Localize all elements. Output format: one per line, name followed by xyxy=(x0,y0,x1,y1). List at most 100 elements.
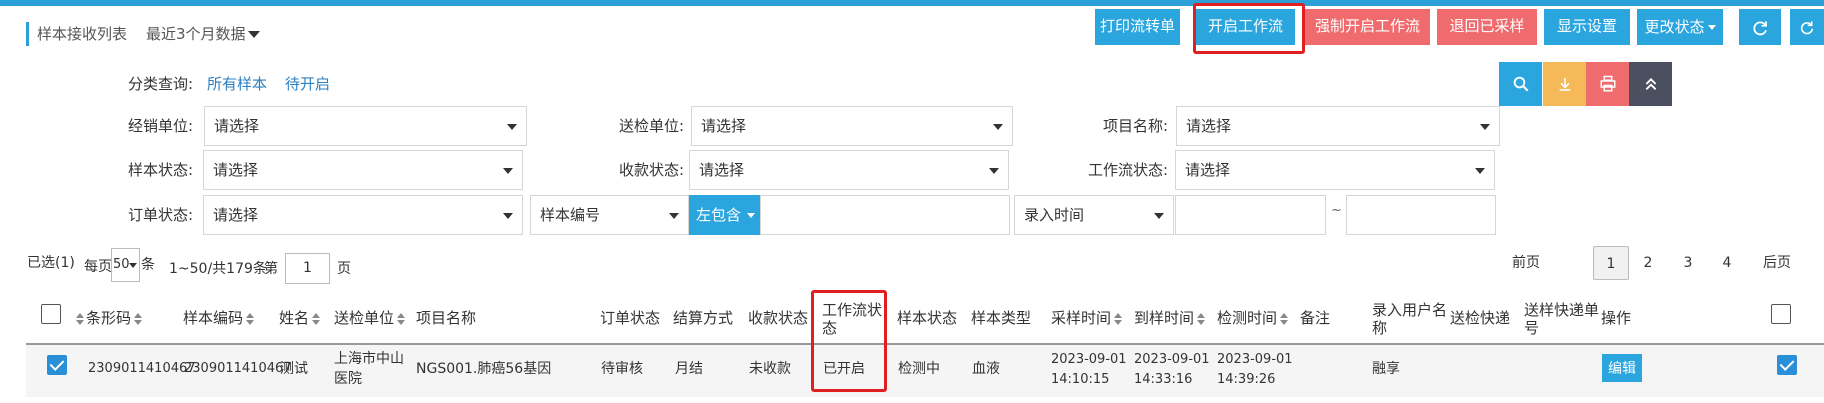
sample-status-select[interactable]: 请选择 xyxy=(203,150,523,190)
page-size-select[interactable]: 50 xyxy=(111,248,140,282)
dropdown-arrow-icon xyxy=(129,263,137,268)
sample-no-input[interactable] xyxy=(760,195,1010,235)
cell-settlement: 月结 xyxy=(675,361,703,377)
return-sampled-button[interactable]: 退回已采样 xyxy=(1437,9,1537,45)
cell-sample-status: 检测中 xyxy=(898,361,940,377)
cell-workflow-status: 已开启 xyxy=(823,361,865,377)
print-button[interactable] xyxy=(1586,62,1629,106)
column-settings-checkbox[interactable] xyxy=(1771,304,1791,324)
payment-status-select[interactable]: 请选择 xyxy=(689,150,1009,190)
selected-count: 已选(1) xyxy=(27,255,75,271)
cell-submitter-line1: 上海市中山 xyxy=(334,351,404,367)
cell-test-time: 2023-09-01 14:39:26 xyxy=(1217,350,1293,390)
pager-page-2[interactable]: 2 xyxy=(1636,246,1660,280)
match-mode-dropdown[interactable]: 左包含 xyxy=(689,195,760,235)
search-field-value: 样本编号 xyxy=(540,206,601,224)
workflow-status-select[interactable]: 请选择 xyxy=(1175,150,1495,190)
th-action: 操作 xyxy=(1601,309,1632,327)
project-label: 项目名称: xyxy=(1102,117,1168,135)
download-button[interactable] xyxy=(1543,62,1586,106)
category-all-link[interactable]: 所有样本 xyxy=(207,74,267,94)
order-status-select[interactable]: 请选择 xyxy=(203,195,523,235)
th-test-time[interactable]: 检测时间 xyxy=(1217,309,1289,327)
cell-sample-no: 2309011410467 xyxy=(184,361,292,376)
select-all-checkbox[interactable] xyxy=(41,304,61,324)
submitter-select-value: 请选择 xyxy=(701,117,747,135)
category-label: 分类查询: xyxy=(127,75,193,93)
cell-submitter-line2: 医院 xyxy=(334,371,362,387)
th-express: 送检快递 xyxy=(1450,309,1511,327)
th-name[interactable]: 姓名 xyxy=(279,309,321,327)
start-workflow-button[interactable]: 开启工作流 xyxy=(1196,9,1295,45)
record-range: 1~50/共179条 xyxy=(169,261,267,277)
search-field-select[interactable]: 样本编号 xyxy=(530,195,689,235)
end-time-input[interactable] xyxy=(1346,195,1496,235)
th-entry-user: 录入用户名称 xyxy=(1372,301,1448,337)
date-range-label: 最近3个月数据 xyxy=(146,25,246,43)
change-status-label: 更改状态 xyxy=(1644,18,1705,36)
payment-status-select-value: 请选择 xyxy=(699,161,745,179)
pager-prev[interactable]: 前页 xyxy=(1506,246,1546,280)
sort-icon xyxy=(397,312,406,325)
pager-next[interactable]: 后页 xyxy=(1757,246,1797,280)
row-end-checkbox[interactable] xyxy=(1777,355,1797,375)
order-status-label: 订单状态: xyxy=(127,206,193,224)
change-status-dropdown[interactable]: 更改状态 xyxy=(1637,9,1723,45)
th-barcode[interactable]: 条形码 xyxy=(76,309,143,327)
th-arrive-time[interactable]: 到样时间 xyxy=(1134,309,1206,327)
force-start-workflow-button[interactable]: 强制开启工作流 xyxy=(1305,9,1430,45)
search-icon xyxy=(1513,76,1528,92)
submitter-label: 送检单位: xyxy=(618,117,684,135)
distributor-select-value: 请选择 xyxy=(214,117,260,135)
workflow-status-select-value: 请选择 xyxy=(1185,161,1231,179)
printer-icon xyxy=(1600,75,1615,92)
time-field-value: 录入时间 xyxy=(1024,206,1085,224)
project-select[interactable]: 请选择 xyxy=(1176,106,1500,146)
dropdown-arrow-icon xyxy=(507,124,517,130)
sort-icon xyxy=(1114,312,1123,325)
sort-icon xyxy=(246,312,255,325)
page-title: 样本接收列表 xyxy=(26,22,127,46)
th-remark: 备注 xyxy=(1300,309,1331,327)
sort-icon xyxy=(1280,312,1289,325)
row-checkbox[interactable] xyxy=(47,355,67,375)
dropdown-arrow-icon xyxy=(669,213,679,219)
dropdown-arrow-icon xyxy=(503,168,513,174)
pager-page-1[interactable]: 1 xyxy=(1593,246,1629,280)
collapse-filter-button[interactable] xyxy=(1629,62,1672,106)
refresh-button[interactable] xyxy=(1739,9,1781,45)
per-page-suffix: 条 xyxy=(141,257,155,273)
cell-arrive-clock: 14:33:16 xyxy=(1134,372,1193,387)
per-page-prefix: 每页 xyxy=(84,259,112,275)
page-number-input[interactable]: 1 xyxy=(285,253,330,284)
pager-page-3[interactable]: 3 xyxy=(1676,246,1700,280)
print-transfer-button[interactable]: 打印流转单 xyxy=(1095,9,1180,45)
pager-page-4[interactable]: 4 xyxy=(1715,246,1739,280)
order-status-select-value: 请选择 xyxy=(213,206,259,224)
cell-entry-user: 融享 xyxy=(1372,361,1400,377)
th-project: 项目名称 xyxy=(416,309,477,327)
payment-status-label: 收款状态: xyxy=(618,161,684,179)
sort-icon xyxy=(1197,312,1206,325)
category-pending-link[interactable]: 待开启 xyxy=(285,74,330,94)
th-collect-time[interactable]: 采样时间 xyxy=(1051,309,1123,327)
edit-button[interactable]: 编辑 xyxy=(1602,354,1642,382)
th-submitter[interactable]: 送检单位 xyxy=(334,309,406,327)
start-time-input[interactable] xyxy=(1175,195,1326,235)
sort-icon xyxy=(312,312,321,325)
distributor-label: 经销单位: xyxy=(127,117,193,135)
date-range-dropdown[interactable]: 最近3个月数据 xyxy=(146,22,260,46)
sort-icon xyxy=(134,312,143,325)
reload-button[interactable] xyxy=(1790,9,1824,45)
page-prefix: 第 xyxy=(264,261,278,277)
cell-collect-clock: 14:10:15 xyxy=(1051,372,1110,387)
dropdown-arrow-icon xyxy=(989,168,999,174)
dropdown-arrow-icon xyxy=(1154,213,1164,219)
distributor-select[interactable]: 请选择 xyxy=(204,106,527,146)
th-sample-no[interactable]: 样本编码 xyxy=(183,309,255,327)
time-field-select[interactable]: 录入时间 xyxy=(1014,195,1174,235)
th-settlement: 结算方式 xyxy=(673,309,734,327)
search-button[interactable] xyxy=(1499,62,1542,106)
display-settings-button[interactable]: 显示设置 xyxy=(1544,9,1630,45)
submitter-select[interactable]: 请选择 xyxy=(691,106,1013,146)
